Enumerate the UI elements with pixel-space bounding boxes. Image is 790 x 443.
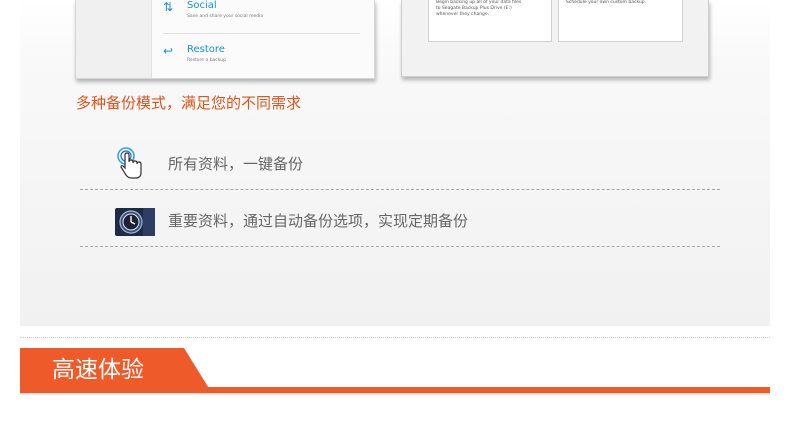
menu-item-title: Restore [187,44,225,55]
time-machine-icon [115,208,155,236]
dashed-divider [80,189,720,190]
dashed-divider [80,246,720,247]
card-description: Schedule your own custom backup. [566,0,647,5]
card-description: Begin backing up all of your data files … [436,0,522,17]
header-shadow [20,393,770,396]
content-panel: ⇅ Social Save and share your social medi… [20,0,770,326]
screenshot-menu: ⇅ Social Save and share your social medi… [153,0,374,78]
transfer-arrows-icon: ⇅ [163,0,174,14]
section-divider [20,337,770,338]
feature-one-click-backup: 所有资料，一键备份 [115,146,675,180]
section-header: 高速体验 [20,348,770,396]
backup-option-card[interactable]: Begin backing up all of your data files … [428,0,552,42]
feature-label: 重要资料，通过自动备份选项，实现定期备份 [168,212,469,230]
hand-pointer-icon [117,147,142,179]
menu-divider [163,33,360,34]
backup-option-card[interactable]: Schedule your own custom backup. [558,0,683,42]
backup-options-screenshot: Begin backing up all of your data files … [401,0,709,77]
menu-item-subtitle: Save and share your social media [187,14,264,19]
tagline: 多种备份模式，满足您的不同需求 [76,94,302,112]
feature-scheduled-backup: 重要资料，通过自动备份选项，实现定期备份 [115,203,675,237]
screenshot-sidebar [76,0,152,78]
menu-item-title: Social [187,0,217,11]
feature-label: 所有资料，一键备份 [168,155,304,173]
menu-item-subtitle: Restore a backup [187,58,226,63]
restore-arrow-icon: ↩ [163,44,174,58]
section-title: 高速体验 [52,357,144,383]
backup-menu-screenshot: ⇅ Social Save and share your social medi… [75,0,375,79]
